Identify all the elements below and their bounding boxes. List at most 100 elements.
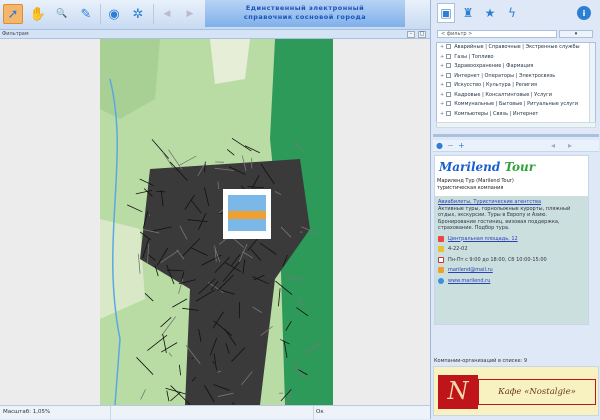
address-link[interactable]: Центральная площадь, 12 xyxy=(448,236,518,243)
company-description: Активные туры, горнолыжные курорты, пляж… xyxy=(438,206,585,232)
address-icon xyxy=(438,236,444,242)
prev-icon[interactable]: ◂ xyxy=(551,141,555,150)
globe-button[interactable]: ◉ xyxy=(104,4,124,24)
ruler-tool-button[interactable]: ✎ xyxy=(76,4,96,24)
tab-people[interactable]: ♜ xyxy=(459,3,477,23)
category-checkbox[interactable] xyxy=(446,92,451,97)
filter-label: Фильтрам xyxy=(2,31,29,37)
companies-count: Компании-организаций в списке: 9 xyxy=(434,358,527,364)
email-link[interactable]: marilend@mail.ru xyxy=(448,267,493,274)
banner-line-2: справочник сосновой города xyxy=(205,13,405,22)
expand-plus-icon[interactable]: + xyxy=(440,44,444,50)
pointer-tool-button[interactable]: ➚ xyxy=(3,4,23,24)
pointer-icon: ➚ xyxy=(8,7,19,22)
tab-events[interactable]: ϟ xyxy=(503,3,521,23)
category-item[interactable]: + Аварийные | Справочные | Экстренные слу… xyxy=(437,43,595,53)
category-checkbox[interactable] xyxy=(446,111,451,116)
working-hours: Пн-Пт с 9:00 до 18:00, Сб 10:00-15:00 xyxy=(448,257,547,264)
company-subtitle: туристическая компания xyxy=(437,185,587,192)
advertisement-banner[interactable]: N Кафе «Nostalgie» xyxy=(433,366,599,416)
category-item[interactable]: + Здравоохранение | Фармация xyxy=(437,62,595,72)
ad-text: Кафе «Nostalgie» xyxy=(478,379,596,405)
list-horizontal-scrollbar[interactable] xyxy=(436,122,596,128)
minimize-button[interactable]: - xyxy=(407,31,415,38)
expand-plus-icon[interactable]: + xyxy=(440,101,444,107)
directory-icon: ▣ xyxy=(440,6,451,20)
dropdown-button[interactable]: ▾ xyxy=(559,30,593,38)
clock-icon xyxy=(438,257,444,263)
tab-directory[interactable]: ▣ xyxy=(437,3,455,23)
expand-plus-icon[interactable]: + xyxy=(440,92,444,98)
category-checkbox[interactable] xyxy=(446,54,451,59)
globe-icon: ◉ xyxy=(108,7,119,22)
category-checkbox[interactable] xyxy=(446,101,451,106)
people-icon: ♜ xyxy=(463,6,474,20)
map-viewport[interactable] xyxy=(0,39,430,405)
category-item[interactable]: + Кадровые | Консалтинговые | Услуги xyxy=(437,91,595,101)
category-checkbox[interactable] xyxy=(446,82,451,87)
restore-button[interactable]: □ xyxy=(418,31,426,38)
settings-icon: ✲ xyxy=(133,7,144,22)
category-checkbox[interactable] xyxy=(446,63,451,68)
settings-button[interactable]: ✲ xyxy=(128,4,148,24)
tab-favorites[interactable]: ★ xyxy=(481,3,499,23)
info-icon: i xyxy=(583,9,586,18)
info-toolbar: ● − + ◂ ▸ xyxy=(433,140,599,152)
email-icon xyxy=(438,267,444,273)
website-link[interactable]: www.marilend.ru xyxy=(448,278,490,285)
status-bar: Масштаб: 1,05% Ок xyxy=(0,405,430,419)
zoom-tool-button[interactable]: 🔍 xyxy=(52,4,72,24)
category-label: Коммунальные | Бытовые | Ритуальные услу… xyxy=(454,101,578,107)
phone-number: 4-22-02 xyxy=(448,246,468,253)
right-panel: ▣ ♜ ★ ϟ i < фильтр > ▾ + Аварийные | Спра… xyxy=(430,0,600,419)
category-label: Кадровые | Консалтинговые | Услуги xyxy=(454,92,552,98)
company-details: Авиабилеты, Туристические агентства Акти… xyxy=(435,196,588,324)
category-label: Газы | Топливо xyxy=(454,54,493,60)
expand-plus-icon[interactable]: + xyxy=(440,73,444,79)
star-icon: ★ xyxy=(485,6,496,20)
expand-plus-icon[interactable]: + xyxy=(440,63,444,69)
filter-dropdown[interactable]: < фильтр > xyxy=(437,30,557,38)
filter-bar: Фильтрам - □ xyxy=(0,30,430,39)
category-checkbox[interactable] xyxy=(446,44,451,49)
list-vertical-scrollbar[interactable] xyxy=(589,43,595,128)
info-small-icon[interactable]: ● xyxy=(436,141,443,150)
scale-readout: Масштаб: 1,05% xyxy=(3,409,50,415)
field-area xyxy=(210,39,250,84)
forward-arrow-icon: ▶ xyxy=(187,9,194,19)
hand-pan-icon: ✋ xyxy=(30,7,46,22)
ruler-icon: ✎ xyxy=(81,7,92,22)
phone-icon xyxy=(438,246,444,252)
back-button[interactable]: ◀ xyxy=(157,4,177,24)
zoom-icon: 🔍 xyxy=(56,9,67,19)
back-arrow-icon: ◀ xyxy=(164,9,171,19)
city-map[interactable] xyxy=(100,39,333,405)
collapse-icon[interactable]: − xyxy=(447,141,454,150)
expand-plus-icon[interactable]: + xyxy=(440,82,444,88)
panel-splitter[interactable] xyxy=(433,134,599,137)
expand-plus-icon[interactable]: + xyxy=(440,111,444,117)
category-label: Интернет | Операторы | Электросвязь xyxy=(454,73,555,79)
ad-logo-letter: N xyxy=(438,375,478,409)
site-banner: Единственный электронный справочник сосн… xyxy=(205,0,405,27)
forward-button[interactable]: ▶ xyxy=(180,4,200,24)
category-label: Искусство | Культура | Религия xyxy=(454,82,537,88)
category-label: Аварийные | Справочные | Экстренные служ… xyxy=(454,44,579,50)
category-item[interactable]: + Газы | Топливо xyxy=(437,53,595,63)
category-item[interactable]: + Искусство | Культура | Религия xyxy=(437,81,595,91)
website-icon xyxy=(438,278,444,284)
next-icon[interactable]: ▸ xyxy=(568,141,572,150)
category-checkbox[interactable] xyxy=(446,73,451,78)
pan-tool-button[interactable]: ✋ xyxy=(28,4,48,24)
category-item[interactable]: + Коммунальные | Бытовые | Ритуальные усл… xyxy=(437,100,595,110)
expand-plus-icon[interactable]: + xyxy=(440,54,444,60)
lightning-icon: ϟ xyxy=(508,6,516,20)
expand-icon[interactable]: + xyxy=(458,141,465,150)
category-label: Компьютеры | Связь | Интернет xyxy=(454,111,538,117)
info-button[interactable]: i xyxy=(577,6,591,20)
category-label: Здравоохранение | Фармация xyxy=(454,63,533,69)
category-item[interactable]: + Интернет | Операторы | Электросвязь xyxy=(437,72,595,82)
company-logo: Marilend Tour xyxy=(439,160,535,176)
company-card: Marilend Tour Мариленд Тур (Marilend Tou… xyxy=(434,155,589,325)
category-item[interactable]: + Компьютеры | Связь | Интернет xyxy=(437,110,595,120)
